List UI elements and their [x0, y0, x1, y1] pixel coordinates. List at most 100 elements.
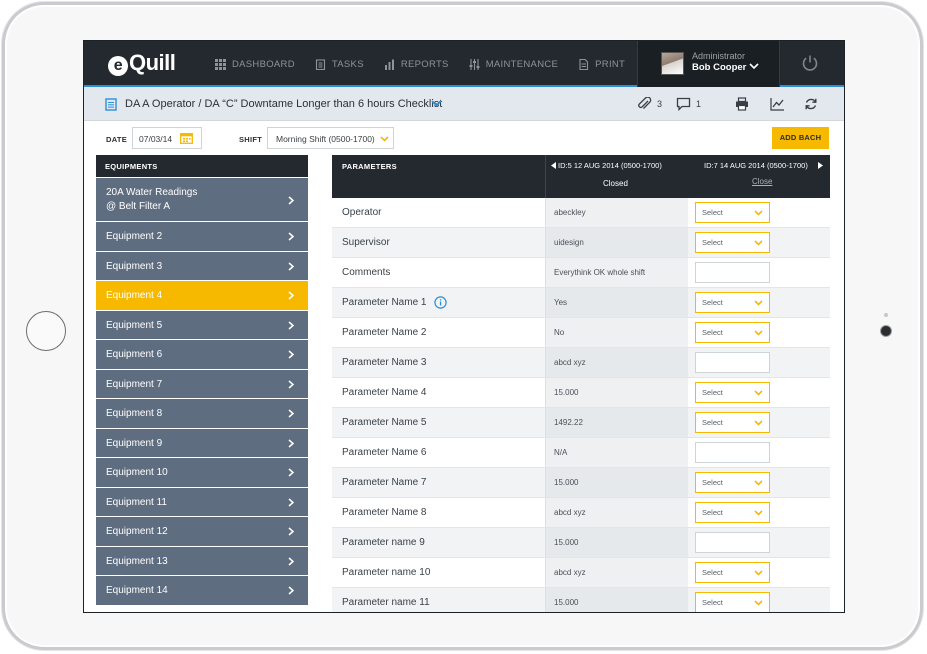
parameter-name: Comments: [342, 267, 391, 278]
table-row: Parameter Name 2 No Select: [332, 318, 830, 348]
batch-2-select[interactable]: Select: [695, 322, 770, 343]
select-placeholder: Select: [702, 328, 723, 337]
clipboard-icon: [315, 58, 325, 70]
printer-icon[interactable]: [735, 97, 749, 111]
chevron-right-icon: [288, 291, 294, 300]
sidebar-item-equipment[interactable]: Equipment 11: [96, 487, 308, 516]
calendar-icon[interactable]: [180, 132, 193, 144]
home-button[interactable]: [26, 311, 66, 351]
batch-2-select[interactable]: Select: [695, 472, 770, 493]
batch-2-text-input[interactable]: [695, 352, 770, 373]
chevron-down-icon: [754, 510, 763, 516]
select-placeholder: Select: [702, 238, 723, 247]
batch-1-value: 15.000: [554, 388, 579, 397]
batch-2-select[interactable]: Select: [695, 592, 770, 612]
batch-2-select[interactable]: Select: [695, 202, 770, 223]
app-screen: e Quill DASHBOARD TASKS REPORTS MAINTENANCE P…: [83, 40, 845, 613]
sidebar-item-label: @ Belt Filter A: [106, 201, 171, 212]
sidebar-item-equipment[interactable]: Equipment 14: [96, 576, 308, 605]
nav-item-label: TASKS: [331, 58, 364, 70]
nav-item-maintenance[interactable]: MAINTENANCE: [469, 58, 559, 70]
table-row: Comments Everythink OK whole shift: [332, 258, 830, 288]
select-placeholder: Select: [702, 478, 723, 487]
sidebar-item-equipment[interactable]: Equipment 4: [96, 281, 308, 310]
chevron-down-icon: [749, 63, 759, 70]
arrow-right-icon[interactable]: [818, 162, 823, 169]
sidebar-item-equipment[interactable]: Equipment 3: [96, 251, 308, 280]
batch-2-select[interactable]: Select: [695, 232, 770, 253]
add-batch-button[interactable]: ADD BACH: [772, 127, 829, 149]
batch-2-select[interactable]: Select: [695, 382, 770, 403]
sidebar-item-label: Equipment 14: [106, 585, 168, 596]
chevron-down-icon: [380, 136, 389, 142]
batch-2-text-input[interactable]: [695, 262, 770, 283]
select-placeholder: Select: [702, 298, 723, 307]
refresh-icon[interactable]: [804, 97, 818, 111]
sidebar-item-equipment[interactable]: Equipment 8: [96, 399, 308, 428]
chevron-down-icon: [754, 480, 763, 486]
chevron-right-icon: [288, 321, 294, 330]
sidebar-item-equipment[interactable]: Equipment 13: [96, 546, 308, 575]
shift-label: SHIFT: [239, 135, 263, 144]
nav-item-tasks[interactable]: TASKS: [315, 59, 364, 70]
user-menu[interactable]: Administrator Bob Cooper: [637, 41, 780, 87]
parameter-name: Parameter Name 6: [342, 447, 427, 458]
sidebar-item-label: Equipment 3: [106, 260, 163, 272]
batch-1-value-cell: Everythink OK whole shift: [545, 258, 688, 287]
batch-1-value: abeckley: [554, 208, 586, 217]
chevron-down-icon[interactable]: [431, 100, 442, 107]
close-batch-link[interactable]: Close: [752, 177, 772, 186]
checklist-header: DA A Operator / DA “C” Downtame Longer t…: [84, 87, 844, 121]
batch-2-text-input[interactable]: [695, 532, 770, 553]
sidebar-item-equipment[interactable]: Equipment 6: [96, 340, 308, 369]
table-row: Parameter name 10 abcd xyz Select: [332, 558, 830, 588]
sidebar-item-label: Equipment 11: [106, 496, 167, 508]
sidebar-item-equipment[interactable]: Equipment 7: [96, 369, 308, 398]
nav-item-label: MAINTENANCE: [485, 58, 559, 70]
comment-icon[interactable]: [676, 97, 691, 111]
power-icon[interactable]: [801, 54, 819, 72]
batch-2-text-input[interactable]: [695, 442, 770, 463]
table-row: Parameter Name 7 15.000 Select: [332, 468, 830, 498]
chevron-right-icon: [288, 350, 294, 359]
table-row: Parameter Name 3 abcd xyz: [332, 348, 830, 378]
sidebar-item-equipment[interactable]: Equipment 10: [96, 458, 308, 487]
paperclip-icon[interactable]: [637, 97, 652, 111]
app-logo[interactable]: e Quill: [108, 50, 176, 76]
parameter-name: Parameter Name 5: [342, 417, 427, 428]
table-row: Parameter Name 6 N/A: [332, 438, 830, 468]
select-placeholder: Select: [702, 388, 723, 397]
sidebar-item-equipment[interactable]: Equipment 2: [96, 222, 308, 251]
batch-1-value: Everythink OK whole shift: [554, 268, 646, 277]
batch-status-closed: Closed: [603, 179, 628, 188]
sidebar-item-equipment[interactable]: Equipment 5: [96, 310, 308, 339]
checklist-title[interactable]: DA A Operator / DA “C” Downtame Longer t…: [125, 98, 442, 110]
sidebar-item-label: Equipment 2: [106, 231, 163, 242]
batch-2-select[interactable]: Select: [695, 562, 770, 583]
chevron-down-icon: [754, 330, 763, 336]
date-field[interactable]: 07/03/14: [132, 127, 202, 149]
batch-2-select[interactable]: Select: [695, 502, 770, 523]
sidebar-item-equipment[interactable]: Equipment 9: [96, 428, 308, 457]
batch-1-value: No: [554, 328, 565, 337]
nav-item-print[interactable]: PRINT: [578, 58, 625, 70]
info-icon[interactable]: [434, 296, 447, 309]
batch-2-select[interactable]: Select: [695, 292, 770, 313]
nav-item-label: DASHBOARD: [232, 58, 295, 70]
sidebar-item-label: Equipment 8: [106, 408, 163, 419]
select-placeholder: Select: [702, 568, 723, 577]
shift-select[interactable]: Morning Shift (0500-1700): [267, 127, 394, 149]
batch-2-select[interactable]: Select: [695, 412, 770, 433]
line-chart-icon[interactable]: [770, 97, 785, 111]
nav-item-dashboard[interactable]: DASHBOARD: [215, 58, 295, 70]
sidebar-item-equipment[interactable]: 20A Water Readings @ Belt Filter A: [96, 178, 308, 221]
batch-1-value-cell: N/A: [545, 438, 688, 467]
nav-item-reports[interactable]: REPORTS: [384, 59, 449, 70]
batch-1-value-cell: 15.000: [545, 588, 688, 612]
chevron-right-icon: [288, 586, 294, 595]
sidebar-item-equipment[interactable]: Equipment 12: [96, 517, 308, 546]
chevron-right-icon: [288, 527, 294, 536]
batch-1-value-cell: 15.000: [545, 528, 688, 557]
table-row: Parameter Name 5 1492.22 Select: [332, 408, 830, 438]
arrow-left-icon[interactable]: [551, 162, 556, 169]
